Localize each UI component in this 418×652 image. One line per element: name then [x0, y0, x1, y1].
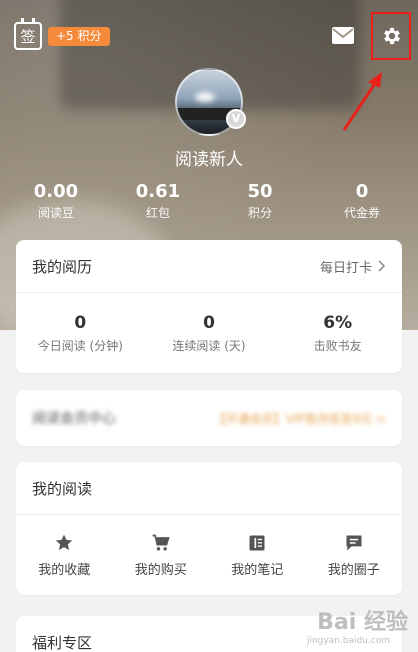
sign-in-label: 签 [20, 27, 36, 46]
item-label: 我的购买 [134, 562, 187, 578]
watermark-url: jingyan.baidu.com [306, 636, 390, 646]
mail-icon[interactable] [332, 27, 354, 44]
stat-value: 50 [247, 181, 273, 202]
daily-checkin-link[interactable]: 每日打卡 [320, 257, 386, 276]
chat-icon [346, 535, 362, 550]
stat-value: 0.00 [33, 181, 79, 202]
streak-reading-stat[interactable]: 0 连续阅读 (天) [145, 313, 274, 354]
checkin-label: 每日打卡 [319, 260, 372, 276]
stat-vouchers[interactable]: 0 代金券 [322, 182, 402, 221]
annotation-arrow [342, 72, 382, 131]
my-circles-item[interactable]: 我的圈子 [306, 533, 403, 578]
notebook-icon [249, 535, 265, 550]
beat-readers-stat[interactable]: 6% 击败书友 [273, 313, 402, 354]
today-reading-stat[interactable]: 0 今日阅读 (分钟) [16, 313, 145, 354]
my-notes-item[interactable]: 我的笔记 [209, 533, 306, 578]
card-title: 我的阅读 [32, 479, 93, 498]
item-label: 我的圈子 [327, 562, 380, 578]
username[interactable]: 阅读新人 [0, 145, 418, 170]
stat-value: 0 [74, 312, 87, 333]
stat-red-packet[interactable]: 0.61 红包 [118, 182, 198, 221]
stat-label: 阅读豆 [37, 206, 74, 220]
card-title: 我的阅历 [32, 257, 93, 276]
membership-card[interactable]: 阅读会员中心 【开通会员】VIP首月低至9元 > [16, 390, 402, 446]
watermark-logo: Bai 经验 [317, 610, 408, 635]
chevron-right-icon [378, 260, 386, 272]
membership-title: 阅读会员中心 [32, 411, 116, 427]
my-favorites-item[interactable]: 我的收藏 [16, 533, 113, 578]
item-label: 我的笔记 [231, 562, 284, 578]
stat-label: 连续阅读 (天) [172, 338, 246, 353]
stat-label: 代金券 [343, 206, 380, 220]
stat-value: 0 [203, 312, 215, 333]
my-purchases-item[interactable]: 我的购买 [113, 533, 210, 578]
card-title: 福利专区 [32, 633, 93, 652]
stat-value: 6% [323, 312, 353, 333]
stat-value: 0 [355, 181, 369, 202]
stat-value: 0.61 [135, 181, 181, 202]
star-icon [56, 534, 73, 550]
stat-points[interactable]: 50 积分 [220, 182, 300, 221]
membership-promo: 【开通会员】VIP首月低至9元 > [213, 411, 387, 426]
cart-icon [152, 534, 170, 550]
points-badge[interactable]: +5 积分 [48, 27, 110, 46]
gear-icon[interactable] [381, 25, 403, 47]
stat-label: 红包 [145, 206, 170, 220]
stat-reading-beans[interactable]: 0.00 阅读豆 [16, 182, 96, 221]
my-reading-card: 我的阅读 我的收藏 我的购买 我的笔记 我的圈子 [16, 462, 402, 595]
vip-badge-icon: V [226, 109, 246, 129]
stat-label: 积分 [247, 206, 272, 220]
item-label: 我的收藏 [38, 562, 91, 578]
reading-history-card: 我的阅历 每日打卡 0 今日阅读 (分钟) 0 连续阅读 (天) 6% 击败书友 [16, 240, 402, 373]
stat-label: 击败书友 [313, 338, 362, 353]
stat-label: 今日阅读 (分钟) [37, 338, 123, 353]
sign-in-calendar-icon[interactable]: 签 [14, 18, 42, 50]
